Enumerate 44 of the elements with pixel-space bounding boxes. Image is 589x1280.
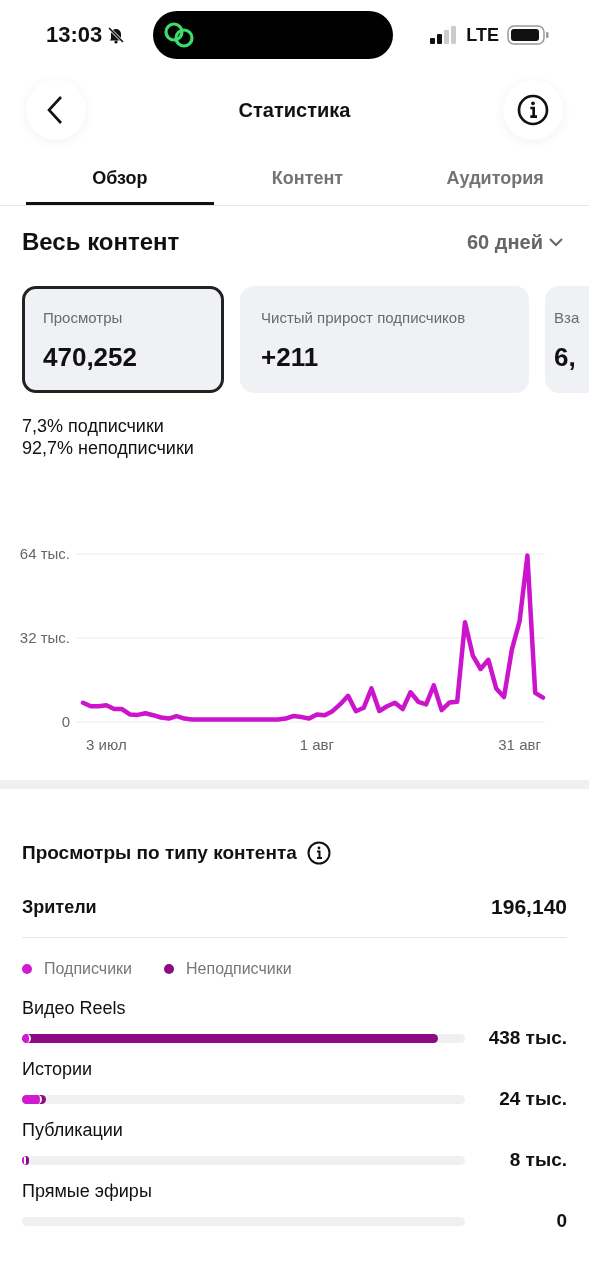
viewers-value: 196,140 <box>491 895 567 919</box>
y-tick-label: 0 <box>61 713 70 730</box>
metric-value: 470,252 <box>43 342 138 373</box>
content-type-label: Видео Reels <box>22 998 127 1019</box>
metric-card[interactable]: Просмотры 470,252 <box>22 286 224 393</box>
tab[interactable]: Обзор <box>26 156 214 205</box>
x-tick-label: 31 авг <box>498 736 541 753</box>
metric-value: +211 <box>261 342 320 373</box>
content-type-label: Истории <box>22 1059 94 1080</box>
content-type-label: Публикации <box>22 1120 124 1141</box>
info-icon <box>517 94 549 126</box>
status-time: 13:03 <box>46 22 103 48</box>
metric-label: Вза <box>554 309 581 326</box>
metric-card[interactable]: Вза 6, <box>545 286 589 393</box>
info-icon <box>306 841 331 865</box>
x-tick-label: 3 июл <box>86 736 127 753</box>
legend-label: Неподписчики <box>186 960 292 978</box>
content-type-value: 0 <box>556 1210 567 1232</box>
tab[interactable]: Контент <box>213 156 402 205</box>
metric-card[interactable]: Чистый прирост подписчиков +211 <box>240 286 529 393</box>
content-type-value: 8 тыс. <box>509 1149 567 1171</box>
metric-value: 6, <box>554 342 577 373</box>
chevron-down-icon <box>549 237 563 247</box>
content-type-label: Прямые эфиры <box>22 1181 153 1202</box>
x-tick-label: 1 авг <box>299 736 335 753</box>
page-title: Статистика <box>238 98 351 122</box>
audience-share: 92,7% неподписчики <box>22 437 195 459</box>
metric-label: Просмотры <box>43 309 124 326</box>
tab[interactable]: Аудитория <box>401 156 589 205</box>
metric-label: Чистый прирост подписчиков <box>261 309 467 326</box>
y-tick-label: 64 тыс. <box>19 545 70 562</box>
section-title: Просмотры по типу контента <box>22 842 297 864</box>
battery-icon <box>507 25 549 45</box>
content-type-value: 438 тыс. <box>488 1027 567 1049</box>
period-dropdown[interactable]: 60 дней <box>467 230 563 254</box>
y-tick-label: 32 тыс. <box>19 629 70 646</box>
signal-icon <box>430 26 459 44</box>
content-type-value: 24 тыс. <box>499 1088 567 1110</box>
bell-muted-icon <box>106 25 127 45</box>
legend-label: Подписчики <box>44 960 132 978</box>
network-label: LTE <box>466 24 499 46</box>
viewers-label: Зрители <box>22 896 97 918</box>
audience-share: 7,3% подписчики <box>22 415 165 437</box>
section-title: Весь контент <box>22 228 180 256</box>
